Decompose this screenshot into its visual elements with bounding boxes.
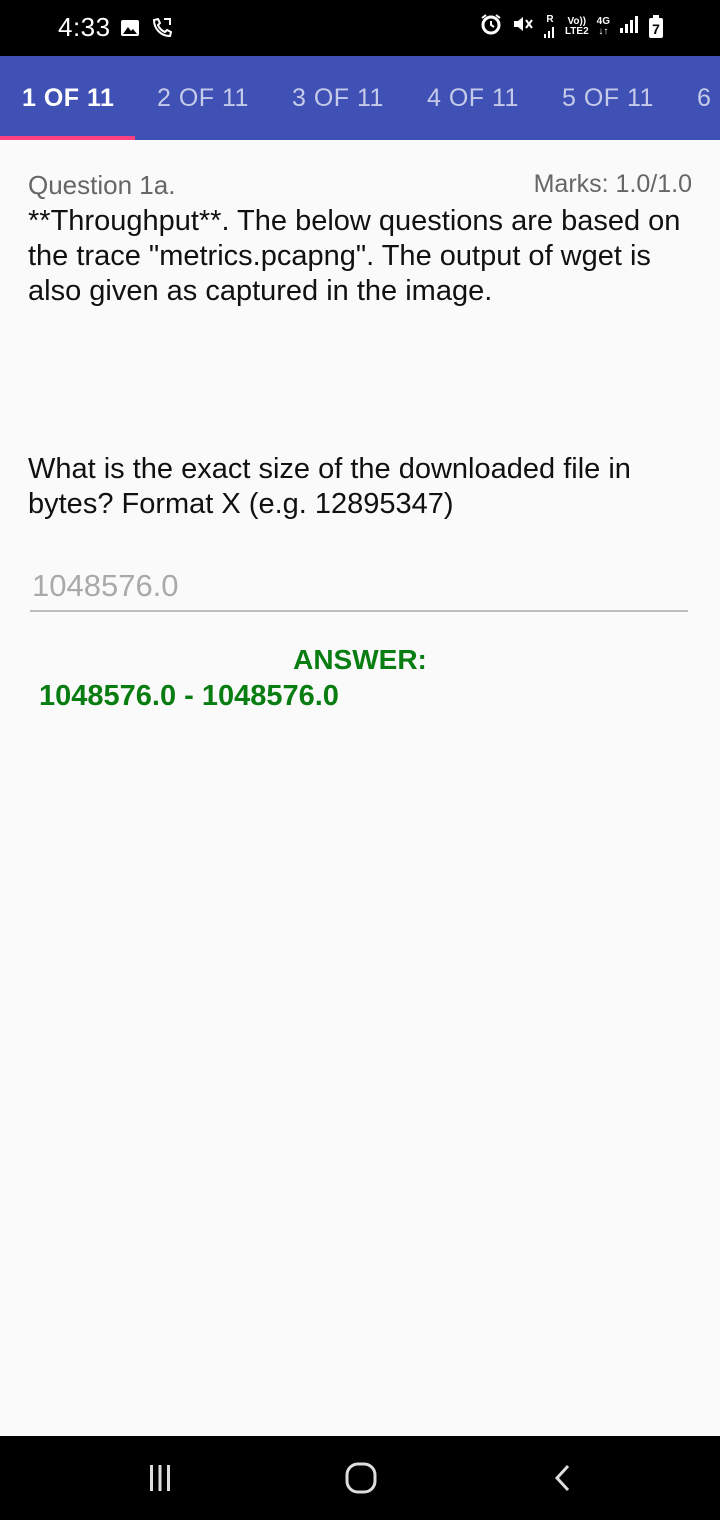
answer-heading: ANSWER: (293, 644, 427, 675)
tab-question-5[interactable]: 5 OF 11 (562, 56, 654, 140)
network-indicator: 4G ↓↑ (596, 15, 610, 37)
status-time: 4:33 (58, 12, 111, 42)
mute-icon (511, 12, 535, 41)
tab-question-2[interactable]: 2 OF 11 (157, 56, 249, 140)
home-button[interactable] (339, 1458, 383, 1502)
lte-label: LTE2 (564, 25, 589, 37)
tab-label: 1 OF 11 (22, 83, 115, 112)
volte-indicator: Vo)) LTE2 (564, 15, 589, 37)
question-number: Question 1a. (28, 170, 176, 200)
network-label: 4G (596, 15, 610, 27)
system-nav-bar (0, 1436, 720, 1520)
battery-icon: 7 (648, 14, 664, 39)
question-tab-bar: 1 OF 11 2 OF 11 3 OF 11 4 OF 11 5 OF 11 … (0, 56, 720, 140)
question-content: Question 1a. Marks: 1.0/1.0 **Throughput… (0, 140, 720, 1436)
back-button[interactable] (541, 1458, 585, 1502)
question-prompt: What is the exact size of the downloaded… (28, 453, 631, 520)
tab-label: 4 OF 11 (427, 83, 519, 112)
tab-label: 6 OF 11 (697, 83, 720, 112)
tab-label: 3 OF 11 (292, 83, 384, 112)
answer-value: 1048576.0 - 1048576.0 (39, 680, 339, 712)
status-bar: 4:33 R Vo)) LTE2 4G ↓↑ 7 (0, 0, 720, 56)
tab-question-4[interactable]: 4 OF 11 (427, 56, 519, 140)
data-arrows-icon: ↓↑ (598, 25, 609, 37)
roaming-label: R (546, 13, 554, 25)
call-forward-icon (150, 16, 174, 45)
question-text: **Throughput**. The below questions are … (28, 205, 681, 307)
tab-label: 5 OF 11 (562, 83, 654, 112)
tab-question-3[interactable]: 3 OF 11 (292, 56, 384, 140)
image-icon (120, 19, 140, 42)
battery-level-label: 7 (652, 20, 660, 37)
home-icon (344, 1461, 378, 1500)
question-marks: Marks: 1.0/1.0 (533, 170, 692, 198)
answer-input[interactable] (30, 562, 688, 612)
tab-question-1[interactable]: 1 OF 11 (22, 56, 114, 140)
recent-apps-icon (145, 1463, 175, 1498)
signal-icon: R (543, 13, 557, 39)
volte-label: Vo)) (567, 15, 587, 27)
recent-apps-button[interactable] (138, 1458, 182, 1502)
signal-bars-icon (618, 13, 640, 40)
tab-question-6[interactable]: 6 OF 11 (697, 56, 720, 140)
tab-label: 2 OF 11 (157, 83, 249, 112)
alarm-icon (479, 12, 503, 41)
back-icon (548, 1463, 578, 1498)
